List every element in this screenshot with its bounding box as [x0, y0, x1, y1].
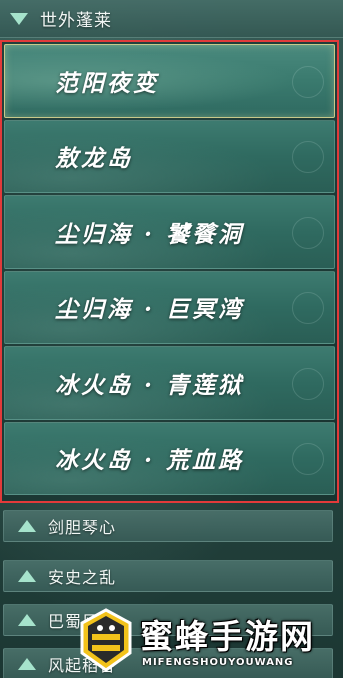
list-item-label: 冰火岛 · 荒血路	[55, 447, 245, 475]
collapse-triangle-up-icon	[18, 614, 36, 626]
collapse-triangle-up-icon	[18, 520, 36, 532]
cloud-ornament-icon	[292, 443, 324, 476]
list-item[interactable]: 冰火岛 · 荒血路	[4, 421, 335, 495]
list-item-label: 尘归海 · 巨冥湾	[55, 296, 245, 324]
list-item-label: 敖龙岛	[55, 145, 133, 173]
highlighted-list-frame: 范阳夜变 敖龙岛 尘归海 · 饕餮洞 尘归海 · 巨冥湾 冰火岛 · 青莲狱 冰…	[0, 40, 339, 503]
list-item-label: 尘归海 · 饕餮洞	[55, 220, 245, 248]
cloud-ornament-icon	[292, 292, 324, 325]
watermark-subtitle: MIFENGSHOUYOUWANG	[142, 657, 294, 668]
section-header-anshi-zhiluan[interactable]: 安史之乱	[3, 560, 333, 592]
watermark-title: 蜜蜂手游网	[140, 617, 315, 656]
section-label: 剑胆琴心	[48, 518, 117, 537]
collapse-triangle-up-icon	[18, 570, 36, 582]
bee-logo-icon	[80, 608, 132, 672]
collapse-triangle-up-icon	[18, 658, 36, 670]
site-watermark: 蜜蜂手游网 MIFENGSHOUYOUWANG	[78, 604, 340, 678]
dungeon-list-panel: 世外蓬莱 范阳夜变 敖龙岛 尘归海 · 饕餮洞 尘归海 · 巨冥湾 冰火岛 · …	[0, 0, 343, 678]
section-label: 安史之乱	[48, 568, 117, 587]
expand-triangle-down-icon	[10, 12, 28, 25]
cloud-ornament-icon	[292, 65, 324, 98]
list-item[interactable]: 敖龙岛	[4, 119, 335, 193]
section-header-shiwai-penglai[interactable]: 世外蓬莱	[0, 0, 343, 38]
list-item[interactable]: 范阳夜变	[4, 44, 335, 118]
cloud-ornament-icon	[292, 216, 324, 249]
list-item[interactable]: 冰火岛 · 青莲狱	[4, 346, 335, 420]
section-header-jiandan-qinxin[interactable]: 剑胆琴心	[3, 510, 333, 542]
list-item-label: 冰火岛 · 青莲狱	[55, 371, 245, 399]
cloud-ornament-icon	[292, 367, 324, 400]
cloud-ornament-icon	[292, 141, 324, 174]
list-item[interactable]: 尘归海 · 饕餮洞	[4, 195, 335, 269]
list-item[interactable]: 尘归海 · 巨冥湾	[4, 270, 335, 344]
section-label: 世外蓬莱	[40, 11, 112, 31]
list-item-label: 范阳夜变	[55, 69, 159, 97]
